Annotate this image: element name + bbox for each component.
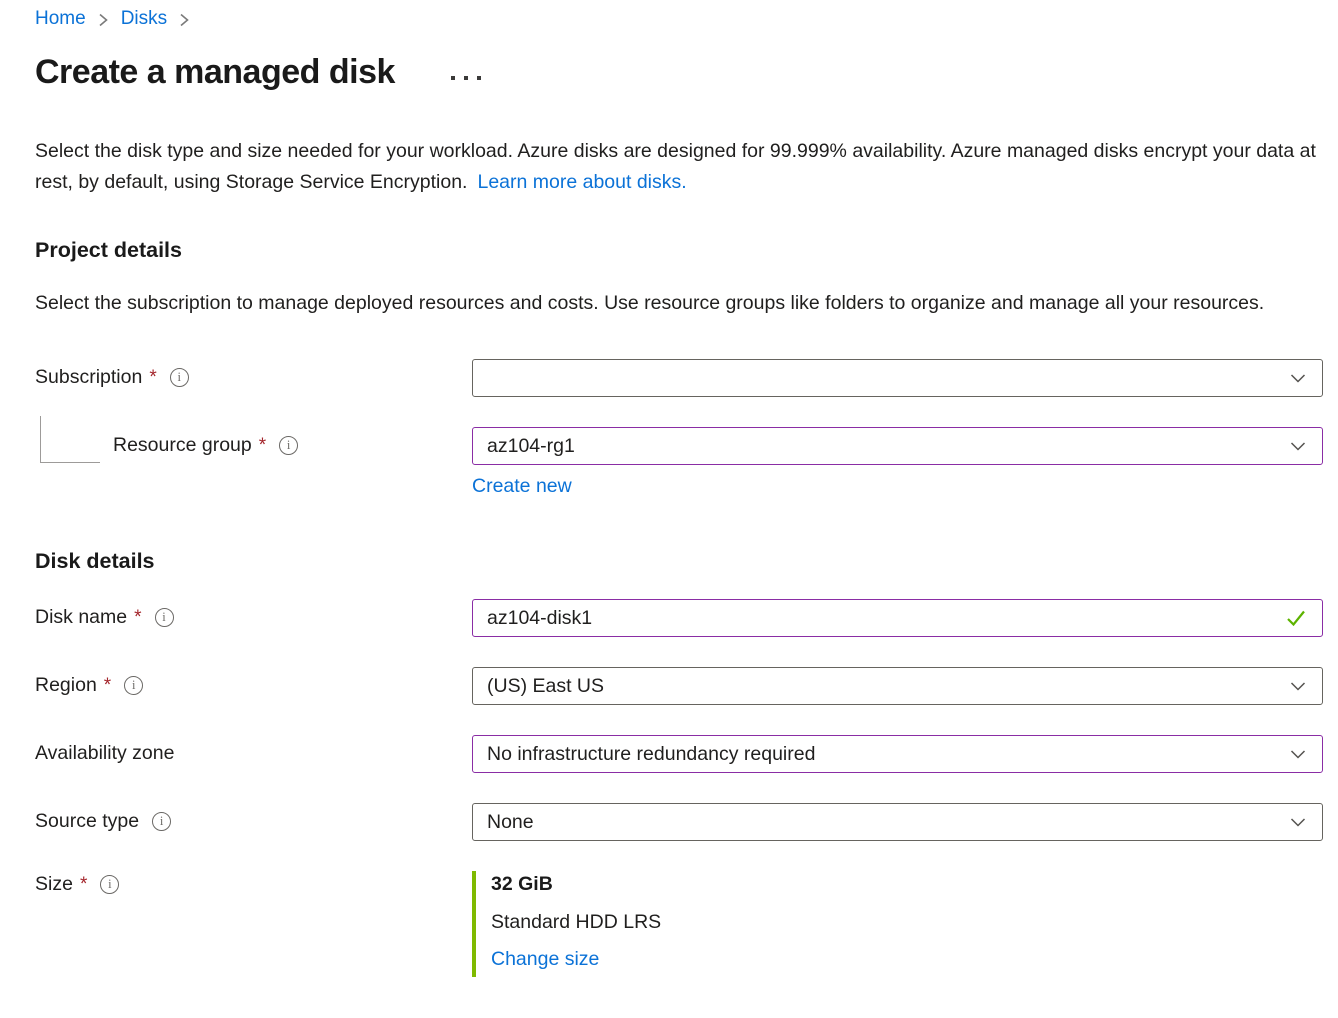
availability-zone-label: Availability zone	[35, 742, 174, 765]
indent-connector-line	[40, 416, 100, 463]
page-title: Create a managed disk	[35, 53, 395, 92]
change-size-link[interactable]: Change size	[491, 948, 599, 971]
chevron-right-icon	[179, 11, 190, 29]
size-label: Size	[35, 873, 73, 896]
chevron-down-icon	[1288, 812, 1308, 832]
intro-paragraph: Select the disk type and size needed for…	[35, 136, 1320, 198]
region-dropdown[interactable]: (US) East US	[472, 667, 1323, 705]
availability-zone-label-group: Availability zone	[35, 735, 472, 765]
availability-zone-dropdown[interactable]: No infrastructure redundancy required	[472, 735, 1323, 773]
resource-group-dropdown[interactable]: az104-rg1	[472, 427, 1323, 465]
valid-check-icon	[1284, 606, 1308, 630]
required-asterisk: *	[104, 675, 111, 697]
disk-name-label-group: Disk name * i	[35, 599, 472, 629]
info-icon[interactable]: i	[152, 812, 171, 831]
size-sku: Standard HDD LRS	[491, 911, 1323, 934]
region-label-group: Region * i	[35, 667, 472, 697]
project-details-description: Select the subscription to manage deploy…	[35, 288, 1305, 319]
disk-name-input[interactable]: az104-disk1	[472, 599, 1323, 637]
create-new-link[interactable]: Create new	[472, 475, 572, 498]
availability-zone-value: No infrastructure redundancy required	[487, 743, 1280, 766]
info-icon[interactable]: i	[279, 436, 298, 455]
chevron-right-icon	[98, 11, 109, 29]
ellipsis-menu-icon[interactable]	[447, 72, 485, 84]
resource-group-label-group: Resource group * i	[35, 427, 472, 457]
subscription-row: Subscription * i	[35, 359, 1323, 397]
subscription-label: Subscription	[35, 366, 142, 389]
breadcrumb-disks-link[interactable]: Disks	[121, 8, 167, 30]
disk-details-heading: Disk details	[35, 549, 1323, 574]
disk-name-row: Disk name * i az104-disk1	[35, 599, 1323, 637]
chevron-down-icon	[1288, 744, 1308, 764]
required-asterisk: *	[259, 435, 266, 457]
required-asterisk: *	[134, 607, 141, 629]
source-type-row: Source type i None	[35, 803, 1323, 841]
resource-group-label: Resource group	[113, 434, 252, 457]
availability-zone-row: Availability zone No infrastructure redu…	[35, 735, 1323, 773]
disk-name-value: az104-disk1	[487, 607, 1276, 630]
learn-more-link[interactable]: Learn more about disks.	[477, 171, 686, 193]
breadcrumb-home-link[interactable]: Home	[35, 8, 86, 30]
info-icon[interactable]: i	[124, 676, 143, 695]
chevron-down-icon	[1288, 368, 1308, 388]
source-type-label-group: Source type i	[35, 803, 472, 833]
size-row: Size * i 32 GiB Standard HDD LRS Change …	[35, 871, 1323, 977]
required-asterisk: *	[149, 367, 156, 389]
info-icon[interactable]: i	[155, 608, 174, 627]
region-label: Region	[35, 674, 97, 697]
chevron-down-icon	[1288, 676, 1308, 696]
project-details-heading: Project details	[35, 238, 1323, 263]
subscription-label-group: Subscription * i	[35, 359, 472, 389]
source-type-label: Source type	[35, 810, 139, 833]
source-type-value: None	[487, 811, 1280, 834]
breadcrumb: Home Disks	[35, 8, 1323, 30]
resource-group-value: az104-rg1	[487, 435, 1280, 458]
size-value: 32 GiB	[491, 873, 1323, 896]
info-icon[interactable]: i	[100, 875, 119, 894]
chevron-down-icon	[1288, 436, 1308, 456]
title-row: Create a managed disk	[35, 53, 1323, 92]
region-value: (US) East US	[487, 675, 1280, 698]
info-icon[interactable]: i	[170, 368, 189, 387]
subscription-dropdown[interactable]	[472, 359, 1323, 397]
size-label-group: Size * i	[35, 871, 472, 896]
project-details-form: Subscription * i Resource group * i	[35, 359, 1323, 977]
create-managed-disk-page: Home Disks Create a managed disk Select …	[0, 0, 1338, 1018]
resource-group-row: Resource group * i az104-rg1 Create new	[35, 427, 1323, 498]
required-asterisk: *	[80, 874, 87, 896]
region-row: Region * i (US) East US	[35, 667, 1323, 705]
size-summary-block: 32 GiB Standard HDD LRS Change size	[472, 871, 1323, 977]
source-type-dropdown[interactable]: None	[472, 803, 1323, 841]
disk-name-label: Disk name	[35, 606, 127, 629]
